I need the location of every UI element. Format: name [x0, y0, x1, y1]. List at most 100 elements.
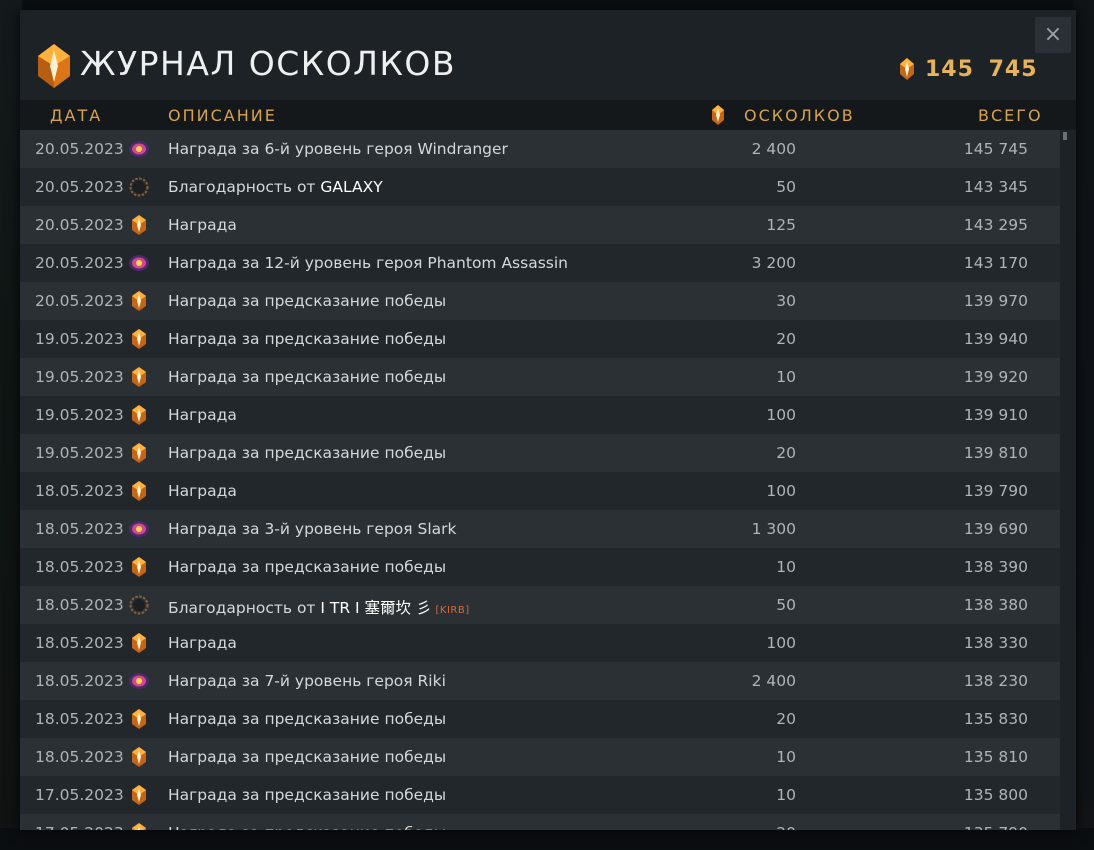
- table-row: 19.05.2023 Награда за предсказание победы…: [20, 320, 1060, 358]
- table-row: 20.05.2023 Награда за 12-й уровень героя …: [20, 244, 1060, 282]
- shard-icon: [128, 328, 150, 350]
- row-description: Награда за 6-й уровень героя Windranger: [168, 140, 508, 158]
- shard-icon: [128, 214, 150, 236]
- row-date: 18.05.2023: [35, 520, 124, 538]
- row-shards: 20: [776, 824, 796, 830]
- shard-icon: [128, 822, 150, 830]
- row-date: 17.05.2023: [35, 824, 124, 830]
- row-shards: 50: [776, 178, 796, 196]
- shard-log-panel: × ЖУРНАЛ ОСКОЛКОВ 145 745 ДАТА ОПИСАНИЕ …: [20, 10, 1076, 830]
- hero-level-icon: [128, 518, 150, 540]
- row-total: 139 790: [963, 482, 1028, 500]
- row-total: 143 170: [963, 254, 1028, 272]
- row-description: Награда за 7-й уровень героя Riki: [168, 672, 446, 690]
- window-title: ЖУРНАЛ ОСКОЛКОВ: [80, 44, 457, 83]
- table-row: 20.05.2023 Награда за 6-й уровень героя W…: [20, 130, 1060, 168]
- row-description: Награда: [168, 216, 237, 234]
- row-description: Благодарность от I TR I 塞爾坎 彡 [KIRB]: [168, 596, 470, 618]
- row-description: Награда: [168, 634, 237, 652]
- row-description-text: Награда за 12-й уровень героя Phantom As…: [168, 254, 568, 272]
- row-description-text: Награда за 6-й уровень героя Windranger: [168, 140, 508, 158]
- row-total: 139 920: [963, 368, 1028, 386]
- row-description-text: Награда: [168, 634, 237, 652]
- row-description-text: Награда: [168, 216, 237, 234]
- row-shards: 10: [776, 558, 796, 576]
- row-description-text: Награда за предсказание победы: [168, 824, 446, 830]
- hero-level-icon: [128, 252, 150, 274]
- table-row: 19.05.2023 Награда за предсказание победы…: [20, 434, 1060, 472]
- background-right: [1074, 0, 1094, 850]
- row-description: Награда за предсказание победы: [168, 292, 446, 310]
- shard-icon: [128, 480, 150, 502]
- shard-icon: [128, 746, 150, 768]
- column-header-description[interactable]: ОПИСАНИЕ: [168, 106, 277, 125]
- row-total: 138 380: [963, 596, 1028, 614]
- row-description: Награда: [168, 482, 237, 500]
- row-description: Награда за предсказание победы: [168, 748, 446, 766]
- table-row: 20.05.2023 Благодарность от GALAXY 50 143 3…: [20, 168, 1060, 206]
- row-date: 18.05.2023: [35, 748, 124, 766]
- close-button[interactable]: ×: [1035, 17, 1071, 53]
- row-description: Награда: [168, 406, 237, 424]
- background-bottom: [0, 828, 1094, 850]
- shard-icon: [128, 632, 150, 654]
- row-description-text: Награда за предсказание победы: [168, 710, 447, 728]
- row-date: 19.05.2023: [35, 368, 124, 386]
- shard-icon: [128, 708, 150, 730]
- scrollbar[interactable]: [1060, 130, 1076, 830]
- row-shards: 50: [776, 596, 796, 614]
- row-description-text: Награда за предсказание победы: [168, 786, 447, 804]
- shard-icon: [900, 58, 914, 80]
- row-date: 20.05.2023: [35, 140, 124, 158]
- row-shards: 20: [776, 330, 796, 348]
- row-shards: 100: [766, 482, 796, 500]
- table-row: 18.05.2023 Награда за 7-й уровень героя R…: [20, 662, 1060, 700]
- row-total: 135 810: [963, 748, 1028, 766]
- table-row: 17.05.2023 Награда за предсказание победы…: [20, 776, 1060, 814]
- shard-icon: [128, 442, 150, 464]
- row-date: 19.05.2023: [35, 330, 124, 348]
- table-row: 19.05.2023 Награда за предсказание победы…: [20, 358, 1060, 396]
- row-description-text: Награда за 7-й уровень героя Riki: [168, 672, 446, 690]
- row-shards: 100: [766, 406, 796, 424]
- table-row: 20.05.2023 Награда 125 143 295: [20, 206, 1060, 244]
- row-total: 139 690: [963, 520, 1028, 538]
- row-shards: 125: [766, 216, 796, 234]
- row-date: 20.05.2023: [35, 254, 124, 272]
- row-date: 18.05.2023: [35, 596, 124, 614]
- row-description-text: Благодарность от: [168, 599, 321, 617]
- row-shards: 100: [766, 634, 796, 652]
- row-description-text: Награда за предсказание победы: [168, 368, 447, 386]
- row-date: 19.05.2023: [35, 444, 124, 462]
- column-header-shards[interactable]: ОСКОЛКОВ: [744, 106, 855, 125]
- table-row: 20.05.2023 Награда за предсказание победы…: [20, 282, 1060, 320]
- column-header-total[interactable]: ВСЕГО: [978, 106, 1043, 125]
- row-description: Благодарность от GALAXY: [168, 178, 383, 196]
- row-description-text: Благодарность от: [168, 178, 321, 196]
- hero-level-icon: [128, 138, 150, 160]
- row-description-text: Награда за предсказание победы: [168, 558, 447, 576]
- log-table: 20.05.2023 Награда за 6-й уровень героя W…: [20, 130, 1060, 830]
- table-row: 18.05.2023 Награда за предсказание победы…: [20, 700, 1060, 738]
- total-shards: 145 745: [899, 54, 1038, 84]
- player-name: I TR I 塞爾坎 彡: [320, 599, 432, 617]
- tip-icon: [128, 594, 150, 616]
- row-total: 135 800: [963, 786, 1028, 804]
- table-row: 18.05.2023 Награда за 3-й уровень героя S…: [20, 510, 1060, 548]
- row-total: 139 940: [963, 330, 1028, 348]
- row-description: Награда за предсказание победы: [168, 558, 446, 576]
- row-description-text: Награда: [168, 406, 237, 424]
- row-description-text: Награда: [168, 482, 237, 500]
- row-total: 139 810: [963, 444, 1028, 462]
- row-total: 139 910: [963, 406, 1028, 424]
- row-description: Награда за 12-й уровень героя Phantom As…: [168, 254, 568, 272]
- row-shards: 10: [776, 748, 796, 766]
- row-total: 138 230: [963, 672, 1028, 690]
- shard-icon: [712, 105, 724, 125]
- column-header-date[interactable]: ДАТА: [50, 106, 102, 125]
- shard-icon: [128, 556, 150, 578]
- scrollbar-thumb[interactable]: [1063, 132, 1067, 140]
- row-total: 145 745: [963, 140, 1028, 158]
- hero-level-icon: [128, 670, 150, 692]
- row-description-text: Награда за 3-й уровень героя Slark: [168, 520, 457, 538]
